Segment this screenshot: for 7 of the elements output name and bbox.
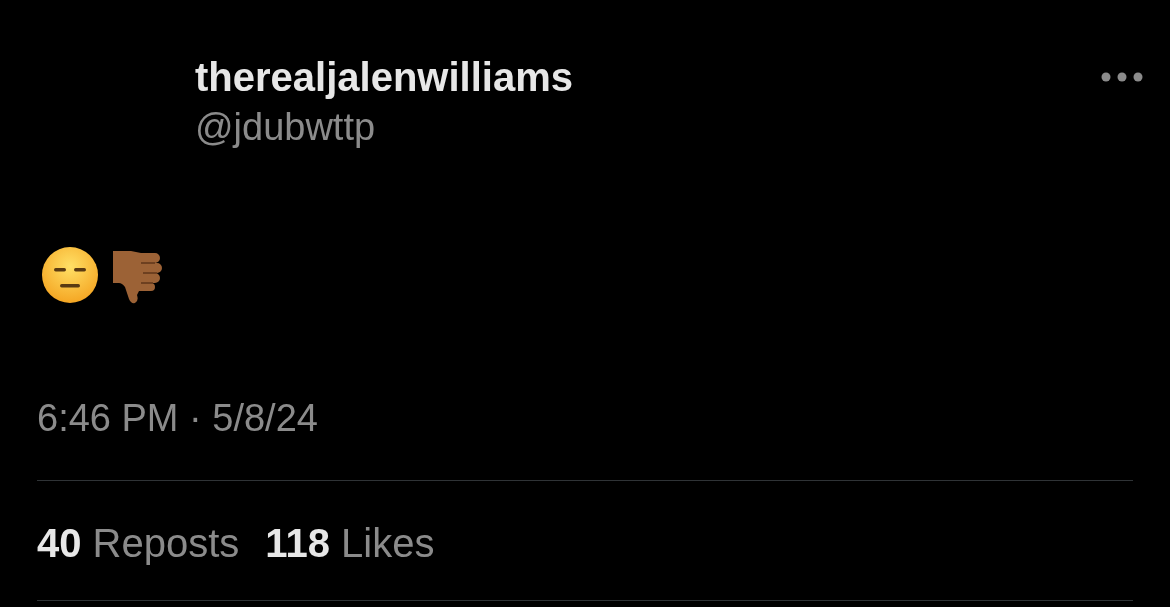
- author-handle[interactable]: @jdubwttp: [195, 102, 573, 152]
- stat-link[interactable]: 118 Likes: [265, 519, 435, 567]
- author-name[interactable]: therealjalenwilliams: [195, 52, 573, 102]
- more-options-icon[interactable]: [1101, 72, 1143, 82]
- expressionless-face-icon: [41, 246, 99, 304]
- tweet-timestamp: 6:46 PM · 5/8/24: [37, 396, 319, 441]
- stat-link[interactable]: 40 Reposts: [37, 519, 240, 567]
